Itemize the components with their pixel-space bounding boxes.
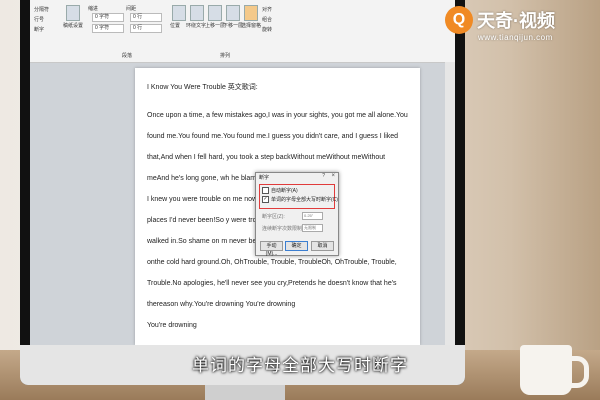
ribbon-indent-label: 缩进 [88, 6, 99, 12]
bring-forward-icon[interactable] [208, 5, 222, 21]
zone-label: 断字区(Z): [262, 214, 285, 220]
ribbon-arrange-group: 排列 [220, 53, 231, 59]
ribbon-align[interactable]: 对齐 [262, 6, 272, 13]
brand-name: 天奇·视频 [477, 11, 555, 31]
monitor-stand [205, 385, 285, 400]
checkbox-box [262, 187, 269, 195]
ribbon-breaks[interactable]: 分隔符 [34, 6, 49, 13]
indent-right-input[interactable]: 0 字符 [92, 24, 124, 33]
send-backward-icon[interactable] [226, 5, 240, 21]
logo-icon: Q [445, 6, 473, 34]
close-icon[interactable]: × [331, 173, 335, 179]
doc-line: You're drowning [147, 322, 197, 329]
ribbon-rotate[interactable]: 旋转 [262, 26, 272, 33]
position-icon[interactable] [172, 5, 186, 21]
brand-url: www.tianqijun.com [478, 33, 553, 42]
doc-line: Trouble.No apologies, he'll never see yo… [147, 280, 397, 287]
hyphenate-caps-label: 单词的字母全部大写时断字(C) [271, 197, 338, 203]
ribbon-hyphenation[interactable]: 断字 [34, 26, 44, 33]
word-window: 分隔符 行号 断字 稿纸设置 缩进 0 字符 0 字符 间距 0 行 0 行 段… [30, 0, 455, 345]
spacing-before-input[interactable]: 0 行 [130, 13, 162, 22]
dialog-title: 断字 [259, 175, 270, 181]
ribbon-send-backward-label: 下移一层 [223, 23, 244, 29]
indent-left-input[interactable]: 0 字符 [92, 13, 124, 22]
hyphenate-caps-checkbox[interactable]: ✓ 单词的字母全部大写时断字(C) [262, 196, 338, 204]
ribbon-position-label: 位置 [170, 23, 181, 29]
ribbon-paragraph-group: 段落 [122, 53, 133, 59]
doc-title: I Know You Were Trouble 英文歌词: [147, 84, 258, 91]
ribbon-spacing-label: 间距 [126, 6, 137, 12]
auto-hyphenate-label: 自动断字(A) [271, 188, 298, 194]
help-icon[interactable]: ? [322, 173, 325, 179]
ok-button[interactable]: 确定 [285, 241, 308, 251]
selection-pane-icon[interactable] [244, 5, 258, 21]
vertical-scrollbar[interactable] [445, 62, 455, 345]
doc-line: that,And when I fell hard, you took a st… [147, 154, 386, 161]
doc-line: onthe cold hard ground.Oh, OhTrouble, Tr… [147, 259, 397, 266]
ribbon: 分隔符 行号 断字 稿纸设置 缩进 0 字符 0 字符 间距 0 行 0 行 段… [30, 0, 455, 63]
checkmark-icon: ✓ [262, 196, 269, 204]
cancel-button[interactable]: 取消 [311, 241, 334, 251]
doc-line: Once upon a time, a few mistakes ago,I w… [147, 112, 408, 119]
hyphenation-dialog: 断字 ? × 自动断字(A) ✓ 单词的字母全部大写时断字(C) 断字区(Z): … [255, 172, 339, 257]
zone-input[interactable]: 0.25" [302, 212, 323, 220]
ribbon-line-numbers[interactable]: 行号 [34, 16, 44, 23]
doc-line: found me.You found me.You found me.I gue… [147, 133, 399, 140]
wrap-text-icon[interactable] [190, 5, 204, 21]
ribbon-draft-settings-label: 稿纸设置 [63, 23, 84, 29]
doc-line: thereason why.You're drowning You're dro… [147, 301, 296, 308]
ribbon-bring-forward-label: 上移一层 [205, 23, 226, 29]
auto-hyphenate-checkbox[interactable]: 自动断字(A) [262, 187, 298, 195]
limit-input[interactable]: 无限制 [302, 224, 323, 232]
spacing-after-input[interactable]: 0 行 [130, 24, 162, 33]
ribbon-group[interactable]: 组合 [262, 16, 272, 23]
ribbon-wrap-label: 环绕文字 [186, 23, 207, 29]
draft-settings-icon[interactable] [66, 5, 80, 21]
manual-button[interactable]: 手动(M)... [260, 241, 283, 257]
ribbon-selection-pane-label: 选择窗格 [241, 23, 262, 29]
video-subtitle: 单词的字母全部大写时断字 [192, 356, 408, 375]
